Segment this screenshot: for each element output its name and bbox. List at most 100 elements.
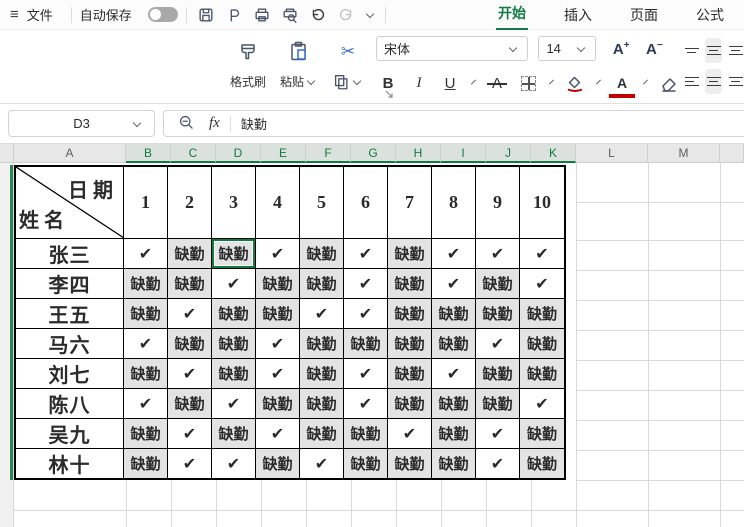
attendance-cell-present[interactable]: ✔ xyxy=(432,239,476,268)
italic-button[interactable]: I xyxy=(407,71,431,95)
print-preview-icon[interactable] xyxy=(279,4,301,26)
align-left-button[interactable] xyxy=(683,69,700,94)
borders-button[interactable] xyxy=(516,71,540,95)
attendance-cell-present[interactable]: ✔ xyxy=(520,389,564,418)
attendance-cell-absent[interactable]: 缺勤 xyxy=(168,329,212,358)
fx-icon[interactable]: fx xyxy=(209,115,220,132)
day-header-cell[interactable]: 5 xyxy=(300,167,344,238)
attendance-cell-absent[interactable]: 缺勤 xyxy=(124,359,168,388)
more-dropdown-icon[interactable] xyxy=(365,9,375,18)
column-header-g[interactable]: G xyxy=(351,144,396,163)
increase-font-button[interactable]: A+ xyxy=(613,40,630,58)
attendance-cell-present[interactable]: ✔ xyxy=(300,449,344,478)
font-name-select[interactable]: 宋体 xyxy=(376,36,528,61)
day-header-cell[interactable]: 7 xyxy=(388,167,432,238)
paste-button[interactable]: 粘贴 xyxy=(280,36,318,91)
attendance-cell-present[interactable]: ✔ xyxy=(168,419,212,448)
column-header-h[interactable]: H xyxy=(396,144,441,163)
column-header-b[interactable]: B xyxy=(126,144,171,163)
attendance-cell-absent[interactable]: 缺勤 xyxy=(168,389,212,418)
attendance-cell-absent[interactable]: 缺勤 xyxy=(300,269,344,298)
attendance-cell-absent[interactable]: 缺勤 xyxy=(432,389,476,418)
day-header-cell[interactable]: 6 xyxy=(344,167,388,238)
attendance-cell-absent[interactable]: 缺勤 xyxy=(256,389,300,418)
attendance-cell-absent[interactable]: 缺勤 xyxy=(344,419,388,448)
underline-dropdown-icon[interactable] xyxy=(471,79,476,85)
attendance-cell-present[interactable]: ✔ xyxy=(344,299,388,328)
day-header-cell[interactable]: 3 xyxy=(212,167,256,238)
attendance-cell-present[interactable]: ✔ xyxy=(520,239,564,268)
diagonal-header-cell[interactable]: 日期 姓名 xyxy=(16,167,124,238)
fill-color-dropdown-icon[interactable] xyxy=(596,79,601,85)
attendance-cell-absent[interactable]: 缺勤 xyxy=(300,389,344,418)
student-name-cell[interactable]: 吴九 xyxy=(16,419,124,448)
student-name-cell[interactable]: 马六 xyxy=(16,329,124,358)
attendance-cell-absent[interactable]: 缺勤 xyxy=(476,269,520,298)
attendance-cell-present[interactable]: ✔ xyxy=(212,269,256,298)
decrease-font-button[interactable]: A− xyxy=(646,40,663,58)
attendance-cell-absent[interactable]: 缺勤 xyxy=(124,449,168,478)
attendance-cell-absent[interactable]: 缺勤 xyxy=(168,269,212,298)
paste-dropdown-icon[interactable] xyxy=(306,76,316,85)
attendance-cell-present[interactable]: ✔ xyxy=(344,389,388,418)
student-name-cell[interactable]: 陈八 xyxy=(16,389,124,418)
attendance-cell-present[interactable]: ✔ xyxy=(432,359,476,388)
attendance-cell-absent[interactable]: 缺勤 xyxy=(344,449,388,478)
student-name-cell[interactable]: 王五 xyxy=(16,299,124,328)
attendance-cell-absent[interactable]: 缺勤 xyxy=(432,449,476,478)
attendance-cell-present[interactable]: ✔ xyxy=(168,359,212,388)
row-header-strip[interactable] xyxy=(0,163,14,527)
attendance-cell-present[interactable]: ✔ xyxy=(476,449,520,478)
copy-dropdown-icon[interactable] xyxy=(352,76,362,86)
attendance-cell-present[interactable]: ✔ xyxy=(344,239,388,268)
attendance-cell-present[interactable]: ✔ xyxy=(124,329,168,358)
column-header-m[interactable]: M xyxy=(648,144,720,163)
search-icon[interactable] xyxy=(178,114,195,134)
save-icon[interactable] xyxy=(195,4,217,26)
attendance-cell-present[interactable]: ✔ xyxy=(256,359,300,388)
attendance-cell-present[interactable]: ✔ xyxy=(256,329,300,358)
attendance-cell-absent[interactable]: 缺勤 xyxy=(520,419,564,448)
day-header-cell[interactable]: 1 xyxy=(124,167,168,238)
student-name-cell[interactable]: 李四 xyxy=(16,269,124,298)
attendance-cell-absent[interactable]: 缺勤 xyxy=(168,239,212,268)
attendance-cell-absent[interactable]: 缺勤 xyxy=(212,239,256,268)
column-header-d[interactable]: D xyxy=(216,144,261,163)
column-header-e[interactable]: E xyxy=(261,144,306,163)
attendance-cell-absent[interactable]: 缺勤 xyxy=(476,299,520,328)
column-header-l[interactable]: L xyxy=(576,144,648,163)
attendance-cell-present[interactable]: ✔ xyxy=(344,269,388,298)
column-header-j[interactable]: J xyxy=(486,144,531,163)
attendance-cell-absent[interactable]: 缺勤 xyxy=(124,269,168,298)
align-bottom-button[interactable] xyxy=(727,38,744,63)
export-icon[interactable] xyxy=(223,4,245,26)
attendance-cell-present[interactable]: ✔ xyxy=(124,389,168,418)
attendance-cell-absent[interactable]: 缺勤 xyxy=(124,299,168,328)
attendance-cell-absent[interactable]: 缺勤 xyxy=(432,419,476,448)
tab-page[interactable]: 页面 xyxy=(628,0,660,30)
attendance-cell-absent[interactable]: 缺勤 xyxy=(388,269,432,298)
attendance-cell-absent[interactable]: 缺勤 xyxy=(256,449,300,478)
day-header-cell[interactable]: 9 xyxy=(476,167,520,238)
name-box-dropdown-icon[interactable] xyxy=(132,118,142,127)
attendance-cell-present[interactable]: ✔ xyxy=(476,239,520,268)
column-header-i[interactable]: I xyxy=(441,144,486,163)
borders-dropdown-icon[interactable] xyxy=(549,79,554,85)
column-header-partial[interactable] xyxy=(720,144,744,163)
attendance-cell-present[interactable]: ✔ xyxy=(476,329,520,358)
attendance-cell-absent[interactable]: 缺勤 xyxy=(476,359,520,388)
align-right-button[interactable] xyxy=(727,69,744,94)
formula-input[interactable]: fx 缺勤 xyxy=(163,110,744,137)
attendance-cell-present[interactable]: ✔ xyxy=(168,299,212,328)
font-color-button[interactable]: A xyxy=(609,71,635,98)
attendance-cell-absent[interactable]: 缺勤 xyxy=(256,299,300,328)
align-top-button[interactable] xyxy=(683,38,700,63)
clear-format-button[interactable] xyxy=(657,71,681,95)
attendance-cell-present[interactable]: ✔ xyxy=(212,449,256,478)
student-name-cell[interactable]: 刘七 xyxy=(16,359,124,388)
attendance-cell-present[interactable]: ✔ xyxy=(476,419,520,448)
main-menu-icon[interactable]: ≡ xyxy=(10,6,19,23)
attendance-cell-present[interactable]: ✔ xyxy=(300,299,344,328)
undo-icon[interactable] xyxy=(307,4,329,26)
font-size-select[interactable]: 14 xyxy=(538,36,597,61)
